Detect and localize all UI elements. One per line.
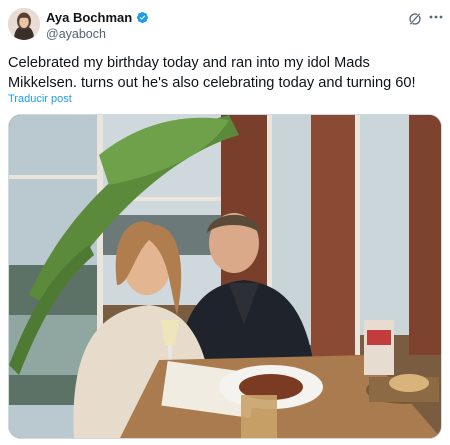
tweet-photo[interactable]	[8, 114, 442, 439]
more-icon[interactable]	[428, 9, 444, 25]
author-name-row: Aya Bochman	[46, 10, 149, 25]
display-name[interactable]: Aya Bochman	[46, 10, 132, 25]
avatar[interactable]	[8, 8, 40, 40]
translate-link[interactable]: Traducir post	[8, 93, 72, 105]
author-handle[interactable]: @ayaboch	[46, 27, 106, 41]
verified-badge-icon	[136, 11, 149, 24]
tweet-card[interactable]: Aya Bochman @ayaboch Celebrated my birth…	[0, 0, 450, 445]
grok-icon[interactable]	[408, 12, 422, 26]
tweet-text: Celebrated my birthday today and ran int…	[8, 55, 416, 91]
